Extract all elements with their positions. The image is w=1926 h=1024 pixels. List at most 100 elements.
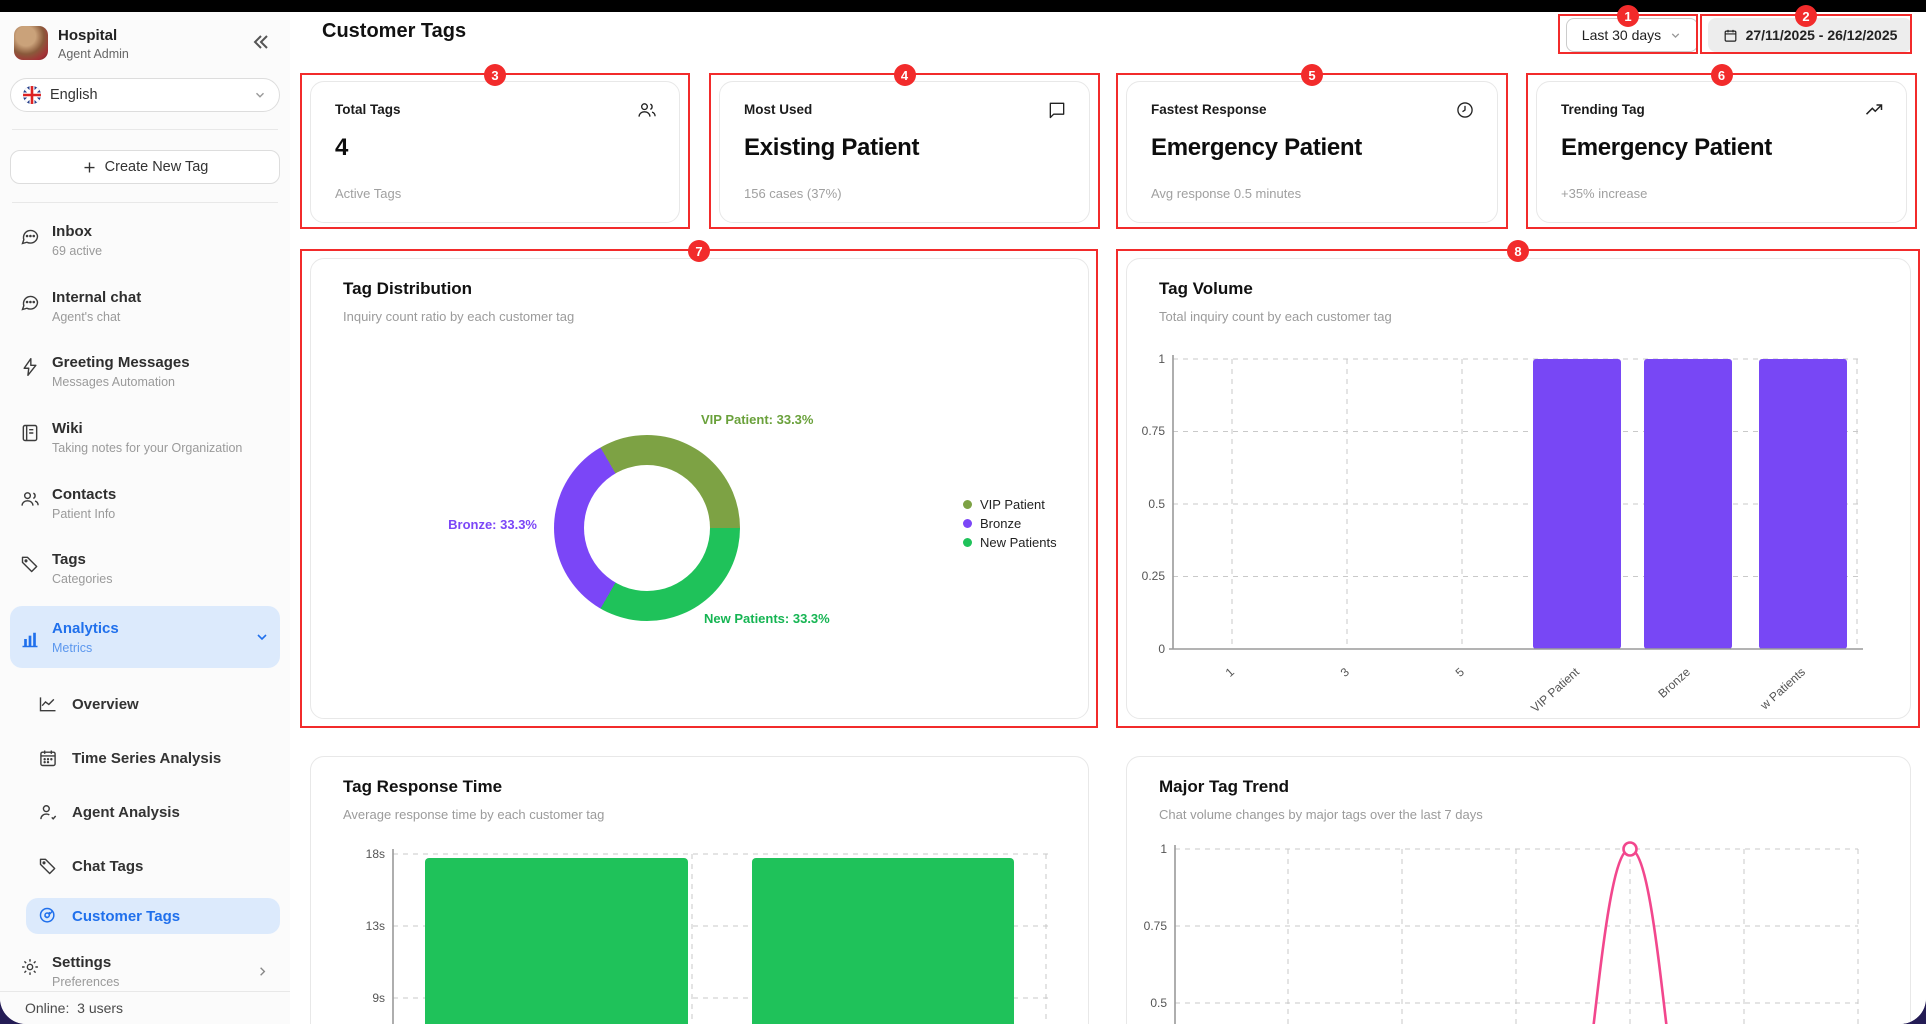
pie-label-bronze: Bronze: 33.3% bbox=[371, 517, 537, 532]
legend-item[interactable]: VIP Patient bbox=[963, 497, 1045, 512]
main-content: Customer Tags Last 30 days 27/11/2025 - … bbox=[290, 12, 1926, 1024]
nav-title: Analytics bbox=[52, 620, 119, 637]
sidebar-item-settings[interactable]: SettingsPreferences bbox=[10, 948, 280, 995]
line-chart-icon bbox=[38, 694, 58, 714]
nav-title: Greeting Messages bbox=[52, 354, 190, 371]
svg-text:VIP Patient: VIP Patient bbox=[1528, 664, 1582, 715]
stat-value: Existing Patient bbox=[744, 134, 919, 162]
create-new-tag-button[interactable]: Create New Tag bbox=[10, 150, 280, 184]
plus-icon bbox=[82, 160, 97, 175]
stat-sub: +35% increase bbox=[1561, 186, 1647, 201]
sidebar-item-greeting-messages[interactable]: Greeting Messages Messages Automation bbox=[10, 348, 280, 395]
sub-item-label: Time Series Analysis bbox=[72, 750, 221, 767]
sidebar-item-contacts[interactable]: Contacts Patient Info bbox=[10, 480, 280, 527]
chat-bubble-icon bbox=[20, 292, 40, 312]
svg-text:w Patients: w Patients bbox=[1757, 665, 1808, 713]
stat-card-most-used: Most Used Existing Patient 156 cases (37… bbox=[719, 81, 1090, 223]
svg-text:1: 1 bbox=[1158, 352, 1165, 366]
person-check-icon bbox=[38, 906, 58, 926]
nav-sub: 69 active bbox=[52, 244, 102, 258]
language-selector[interactable]: English bbox=[10, 78, 280, 112]
bar-chart-icon bbox=[20, 629, 40, 649]
legend-label: VIP Patient bbox=[980, 497, 1045, 512]
legend-label: New Patients bbox=[980, 535, 1057, 550]
sidebar-item-time-series-analysis[interactable]: Time Series Analysis bbox=[26, 740, 280, 776]
users-icon bbox=[20, 489, 40, 509]
org-avatar[interactable] bbox=[14, 26, 48, 60]
stat-value: Emergency Patient bbox=[1561, 134, 1772, 162]
legend-dot bbox=[963, 519, 972, 528]
chart-card-tag-volume: Tag Volume Total inquiry count by each c… bbox=[1126, 258, 1911, 719]
sidebar-item-chat-tags[interactable]: Chat Tags bbox=[26, 848, 280, 884]
chart-subtitle: Inquiry count ratio by each customer tag bbox=[343, 309, 574, 324]
svg-text:0: 0 bbox=[1158, 642, 1165, 656]
sidebar-item-tags[interactable]: Tags Categories bbox=[10, 545, 280, 592]
nav-title: Settings bbox=[52, 954, 119, 971]
stat-label: Most Used bbox=[744, 102, 812, 117]
legend-item[interactable]: Bronze bbox=[963, 516, 1021, 531]
clock-icon bbox=[1455, 100, 1475, 120]
tag-response-time-bar-chart: 18s 13s 9s bbox=[311, 757, 1089, 1024]
chart-card-major-tag-trend: Major Tag Trend Chat volume changes by m… bbox=[1126, 756, 1911, 1024]
gear-icon bbox=[20, 957, 40, 977]
stat-card-trending-tag: Trending Tag Emergency Patient +35% incr… bbox=[1536, 81, 1907, 223]
svg-text:0.75: 0.75 bbox=[1142, 424, 1166, 438]
sidebar-item-analytics[interactable]: AnalyticsMetrics bbox=[10, 606, 280, 668]
nav-title: Contacts bbox=[52, 486, 116, 503]
sidebar-item-wiki[interactable]: WikiTaking notes for your Organization bbox=[10, 414, 280, 461]
svg-text:Bronze: Bronze bbox=[1655, 665, 1693, 701]
sidebar-item-overview[interactable]: Overview bbox=[26, 686, 280, 722]
nav-sub: Patient Info bbox=[52, 507, 116, 521]
sidebar: Hospital Agent Admin English Cre bbox=[0, 12, 291, 1024]
divider bbox=[12, 129, 278, 130]
nav-sub: Agent's chat bbox=[52, 310, 141, 324]
os-top-bar bbox=[0, 0, 1926, 12]
nav-sub: Messages Automation bbox=[52, 375, 190, 389]
nav-title: Internal chat bbox=[52, 289, 141, 306]
svg-text:3: 3 bbox=[1338, 665, 1353, 680]
svg-text:0.25: 0.25 bbox=[1142, 569, 1166, 583]
nav-sub: Categories bbox=[52, 572, 112, 586]
tag-volume-bar-chart: 1 0.75 0.5 0.25 0 1 3 5 VIP Patient Bron… bbox=[1127, 259, 1911, 719]
calendar-icon bbox=[1723, 28, 1738, 43]
stat-sub: 156 cases (37%) bbox=[744, 186, 842, 201]
chevron-down-icon bbox=[253, 88, 267, 102]
sidebar-item-agent-analysis[interactable]: Agent Analysis bbox=[26, 794, 280, 830]
sub-item-label: Agent Analysis bbox=[72, 804, 180, 821]
stat-label: Trending Tag bbox=[1561, 102, 1645, 117]
language-label: English bbox=[50, 87, 98, 103]
chevron-down-icon bbox=[254, 629, 270, 645]
donut-chart bbox=[554, 435, 740, 621]
stat-label: Fastest Response bbox=[1151, 102, 1267, 117]
stat-card-total-tags: Total Tags 4 Active Tags bbox=[310, 81, 680, 223]
chat-bubble-icon bbox=[1047, 100, 1067, 120]
pie-label-new: New Patients: 33.3% bbox=[704, 611, 830, 626]
nav-title: Tags bbox=[52, 551, 112, 568]
legend-item[interactable]: New Patients bbox=[963, 535, 1057, 550]
sub-item-label: Customer Tags bbox=[72, 908, 180, 925]
chat-bubble-icon bbox=[20, 226, 40, 246]
sidebar-item-internal-chat[interactable]: Internal chat Agent's chat bbox=[10, 283, 280, 330]
chart-card-tag-response-time: Tag Response Time Average response time … bbox=[310, 756, 1089, 1024]
svg-text:13s: 13s bbox=[366, 919, 385, 933]
svg-text:0.75: 0.75 bbox=[1144, 919, 1168, 933]
date-range-chip[interactable]: 27/11/2025 - 26/12/2025 bbox=[1708, 18, 1912, 52]
lightning-icon bbox=[20, 357, 40, 377]
stat-value: 4 bbox=[335, 134, 348, 162]
sidebar-item-inbox[interactable]: Inbox69 active bbox=[10, 217, 280, 264]
stat-label: Total Tags bbox=[335, 102, 401, 117]
svg-text:1: 1 bbox=[1160, 842, 1167, 856]
range-selector[interactable]: Last 30 days bbox=[1566, 18, 1698, 52]
legend-label: Bronze bbox=[980, 516, 1021, 531]
stat-sub: Active Tags bbox=[335, 186, 401, 201]
svg-text:9s: 9s bbox=[372, 991, 385, 1005]
sidebar-item-customer-tags[interactable]: Customer Tags bbox=[26, 898, 280, 934]
svg-text:18s: 18s bbox=[366, 847, 385, 861]
sub-item-label: Chat Tags bbox=[72, 858, 143, 875]
create-new-tag-label: Create New Tag bbox=[105, 159, 209, 175]
date-range-label: 27/11/2025 - 26/12/2025 bbox=[1746, 27, 1898, 43]
sidebar-collapse-button[interactable] bbox=[248, 30, 272, 54]
app-window: Hospital Agent Admin English Cre bbox=[0, 12, 1926, 1024]
online-status: Online: 3 users bbox=[25, 1000, 123, 1016]
trending-up-icon bbox=[1864, 100, 1884, 120]
